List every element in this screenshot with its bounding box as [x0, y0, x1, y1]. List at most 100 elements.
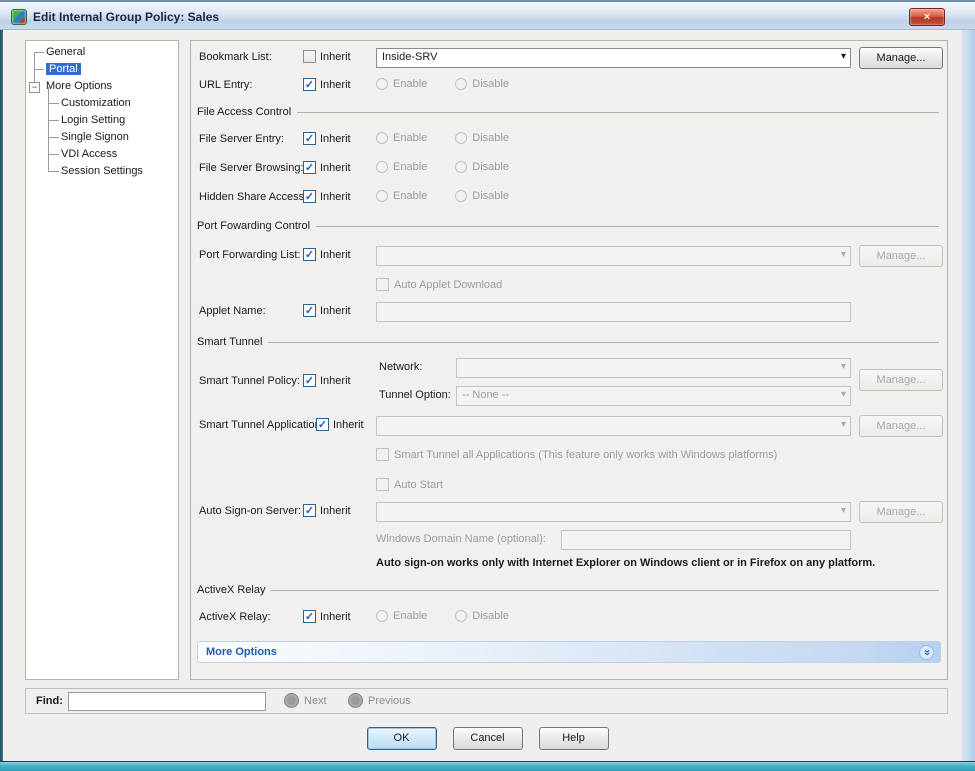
previous-arrow-icon: [348, 693, 363, 708]
help-button[interactable]: Help: [539, 727, 609, 750]
smart-tunnel-application-manage-button[interactable]: Manage...: [859, 415, 943, 437]
auto-applet-download-row: Auto Applet Download: [191, 275, 947, 297]
port-forwarding-inherit-checkbox[interactable]: ✓ Inherit: [303, 248, 351, 261]
find-previous-button[interactable]: Previous: [348, 693, 411, 708]
checkbox-checked-icon: ✓: [303, 132, 316, 145]
cancel-button[interactable]: Cancel: [453, 727, 523, 750]
windows-domain-row: Windows Domain Name (optional):: [191, 529, 947, 551]
auto-signon-manage-button[interactable]: Manage...: [859, 501, 943, 523]
file-server-entry-inherit-checkbox[interactable]: ✓ Inherit: [303, 132, 351, 145]
portal-settings-panel: Bookmark List: Inherit Inside-SRV ▾ Mana…: [190, 40, 948, 680]
find-label: Find:: [36, 695, 63, 707]
smart-tunnel-application-row: Smart Tunnel Application: ✓ Inherit ▾ Ma…: [191, 415, 947, 437]
auto-start-row: Auto Start: [191, 475, 947, 497]
tree-item-customization[interactable]: Customization: [26, 95, 178, 112]
chevron-down-icon: ▾: [841, 249, 846, 260]
file-server-browsing-enable-radio[interactable]: Enable: [376, 161, 427, 173]
port-forwarding-list-dropdown[interactable]: ▾: [376, 246, 851, 266]
checkbox-checked-icon: ✓: [303, 78, 316, 91]
tree-item-session-settings[interactable]: Session Settings: [26, 163, 178, 180]
url-entry-disable-radio[interactable]: Disable: [455, 78, 509, 90]
windows-domain-label: Windows Domain Name (optional):: [376, 533, 546, 545]
activex-inherit-checkbox[interactable]: ✓ Inherit: [303, 610, 351, 623]
port-forwarding-manage-button[interactable]: Manage...: [859, 245, 943, 267]
smart-tunnel-application-label: Smart Tunnel Application:: [199, 419, 324, 431]
file-server-entry-disable-radio[interactable]: Disable: [455, 132, 509, 144]
checkbox-unchecked-icon: [376, 278, 389, 291]
window-frame-right: [960, 30, 975, 761]
bookmark-manage-button[interactable]: Manage...: [859, 47, 943, 69]
bookmark-list-dropdown[interactable]: Inside-SRV ▾: [376, 48, 851, 68]
file-server-entry-enable-radio[interactable]: Enable: [376, 132, 427, 144]
tree-item-login-setting[interactable]: Login Setting: [26, 112, 178, 129]
file-server-browsing-row: File Server Browsing: ✓ Inherit Enable D…: [191, 158, 947, 180]
bookmark-inherit-checkbox[interactable]: Inherit: [303, 50, 351, 63]
checkbox-checked-icon: ✓: [316, 418, 329, 431]
window-frame-bottom: [0, 761, 975, 771]
radio-icon: [376, 610, 388, 622]
hidden-share-access-disable-radio[interactable]: Disable: [455, 190, 509, 202]
tunnel-option-row: Tunnel Option: -- None -- ▾: [191, 385, 947, 407]
chevron-down-icon: ▾: [841, 419, 846, 430]
auto-start-checkbox[interactable]: Auto Start: [376, 478, 443, 491]
bookmark-list-label: Bookmark List:: [199, 51, 272, 63]
dialog-buttons: OK Cancel Help: [0, 727, 975, 750]
activex-disable-radio[interactable]: Disable: [455, 610, 509, 622]
tree-item-single-signon[interactable]: Single Signon: [26, 129, 178, 146]
hidden-share-access-inherit-checkbox[interactable]: ✓ Inherit: [303, 190, 351, 203]
checkbox-unchecked-icon: [303, 50, 316, 63]
tunnel-option-dropdown[interactable]: -- None -- ▾: [456, 386, 851, 406]
windows-domain-input[interactable]: [561, 530, 851, 550]
find-bar: Find: Next Previous: [25, 688, 948, 714]
auto-signon-inherit-checkbox[interactable]: ✓ Inherit: [303, 504, 351, 517]
tree-item-more-options[interactable]: More Options: [26, 78, 178, 95]
applet-name-input[interactable]: [376, 302, 851, 322]
chevron-down-icon: ▾: [841, 51, 846, 62]
window-frame-left: [0, 30, 3, 761]
smart-tunnel-application-dropdown[interactable]: ▾: [376, 416, 851, 436]
auto-signon-note-row: Auto sign-on works only with Internet Ex…: [191, 553, 947, 575]
app-icon: [11, 9, 27, 25]
file-access-section-header: File Access Control: [197, 105, 939, 119]
close-icon: ×: [924, 11, 930, 23]
radio-icon: [455, 190, 467, 202]
port-forwarding-section-header: Port Fowarding Control: [197, 219, 939, 233]
url-entry-row: URL Entry: ✓ Inherit Enable Disable: [191, 75, 947, 97]
auto-signon-server-dropdown[interactable]: ▾: [376, 502, 851, 522]
checkbox-checked-icon: ✓: [303, 610, 316, 623]
activex-relay-label: ActiveX Relay:: [199, 611, 271, 623]
checkbox-checked-icon: ✓: [303, 304, 316, 317]
applet-name-inherit-checkbox[interactable]: ✓ Inherit: [303, 304, 351, 317]
smart-tunnel-all-apps-row: Smart Tunnel all Applications (This feat…: [191, 445, 947, 467]
more-options-expander[interactable]: More Options »: [197, 641, 941, 663]
hidden-share-access-enable-radio[interactable]: Enable: [376, 190, 427, 202]
close-button[interactable]: ×: [909, 8, 945, 26]
file-server-browsing-label: File Server Browsing:: [199, 162, 304, 174]
auto-signon-server-row: Auto Sign-on Server: ✓ Inherit ▾ Manage.…: [191, 501, 947, 523]
dialog-window: Edit Internal Group Policy: Sales × − Ge…: [0, 0, 975, 771]
url-entry-inherit-checkbox[interactable]: ✓ Inherit: [303, 78, 351, 91]
next-arrow-icon: [284, 693, 299, 708]
window-title: Edit Internal Group Policy: Sales: [33, 10, 219, 24]
url-entry-enable-radio[interactable]: Enable: [376, 78, 427, 90]
find-next-button[interactable]: Next: [284, 693, 327, 708]
smart-tunnel-section-header: Smart Tunnel: [197, 335, 939, 349]
activex-enable-radio[interactable]: Enable: [376, 610, 427, 622]
file-server-browsing-disable-radio[interactable]: Disable: [455, 161, 509, 173]
file-server-browsing-inherit-checkbox[interactable]: ✓ Inherit: [303, 161, 351, 174]
radio-icon: [455, 610, 467, 622]
smart-tunnel-application-inherit-checkbox[interactable]: ✓ Inherit: [316, 418, 364, 431]
ok-button[interactable]: OK: [367, 727, 437, 750]
activex-relay-row: ActiveX Relay: ✓ Inherit Enable Disable: [191, 607, 947, 629]
radio-icon: [455, 161, 467, 173]
tree-item-portal[interactable]: Portal: [26, 61, 178, 78]
hidden-share-access-row: Hidden Share Access: ✓ Inherit Enable Di…: [191, 187, 947, 209]
auto-applet-download-checkbox[interactable]: Auto Applet Download: [376, 278, 502, 291]
title-bar: Edit Internal Group Policy: Sales ×: [0, 0, 975, 30]
smart-tunnel-all-apps-checkbox[interactable]: Smart Tunnel all Applications (This feat…: [376, 448, 777, 461]
tree-item-general[interactable]: General: [26, 44, 178, 61]
checkbox-unchecked-icon: [376, 478, 389, 491]
tree-item-vdi-access[interactable]: VDI Access: [26, 146, 178, 163]
find-input[interactable]: [68, 692, 266, 711]
auto-signon-server-label: Auto Sign-on Server:: [199, 505, 301, 517]
